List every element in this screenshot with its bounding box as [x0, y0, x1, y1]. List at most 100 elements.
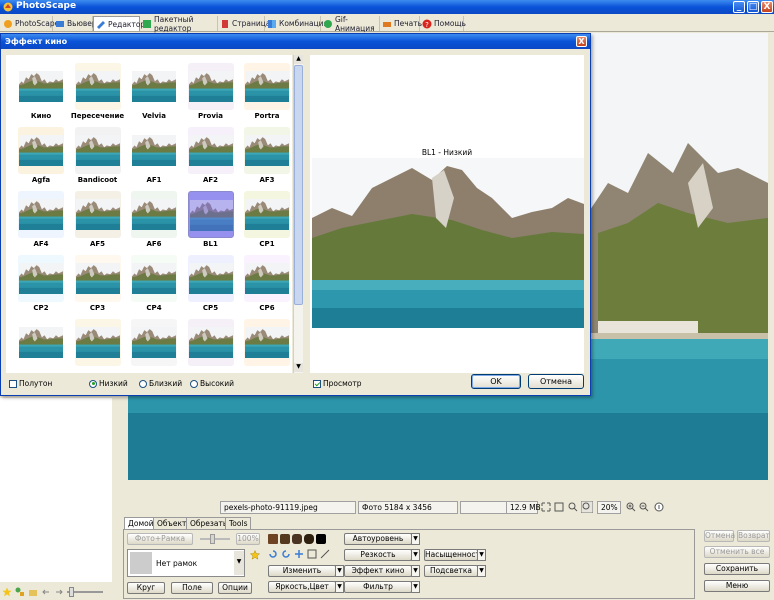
- round-corner-icon[interactable]: [280, 534, 290, 544]
- effect-thumbnail[interactable]: [131, 255, 177, 302]
- tab-viewer[interactable]: Вьювер: [53, 16, 97, 31]
- tab-help[interactable]: ? Помощь: [420, 16, 466, 31]
- effect-thumbnail[interactable]: [18, 127, 64, 174]
- margin-button[interactable]: Поле: [171, 582, 213, 594]
- frame-select[interactable]: Нет рамок ▼: [127, 549, 245, 577]
- effect-item[interactable]: AF6: [126, 191, 182, 255]
- radio-close-dot[interactable]: [139, 379, 147, 388]
- effect-item[interactable]: AF3: [239, 127, 292, 191]
- ok-button[interactable]: OK: [471, 374, 521, 389]
- tab-photoscape[interactable]: PhotoScape: [1, 16, 59, 31]
- radio-close[interactable]: Близкий: [139, 379, 182, 388]
- effect-thumbnail[interactable]: [187, 127, 234, 174]
- black-frame-icon[interactable]: [316, 534, 326, 544]
- effect-item[interactable]: AF2: [183, 127, 239, 191]
- halftone-checkbox[interactable]: Полутон: [9, 379, 52, 388]
- chevron-down-icon[interactable]: ▼: [411, 565, 420, 577]
- effect-item[interactable]: Velvia: [126, 63, 182, 127]
- chevron-down-icon[interactable]: ▼: [477, 565, 486, 577]
- frame-percent-field[interactable]: 100%: [236, 533, 260, 545]
- star-favorite-icon[interactable]: [250, 550, 260, 560]
- frame-slider-thumb[interactable]: [210, 534, 215, 544]
- effect-thumbnail[interactable]: [74, 191, 121, 238]
- radio-high-dot[interactable]: [190, 379, 198, 388]
- arrow-left-icon[interactable]: [41, 587, 51, 597]
- redo-button[interactable]: Возврат: [737, 530, 770, 542]
- film-effect-button[interactable]: Эффект кино ▼: [344, 565, 420, 577]
- preview-box[interactable]: [313, 379, 321, 388]
- fit-screen-icon[interactable]: [541, 502, 551, 512]
- effect-thumbnail[interactable]: [131, 191, 177, 238]
- chevron-down-icon[interactable]: ▼: [477, 549, 486, 561]
- chevron-down-icon[interactable]: ▼: [411, 581, 420, 593]
- radio-low-dot[interactable]: [89, 379, 97, 388]
- effect-thumbnail[interactable]: [18, 319, 64, 366]
- chevron-down-icon[interactable]: ▼: [411, 533, 420, 545]
- sharpness-button[interactable]: Резкость ▼: [344, 549, 420, 561]
- undo-button[interactable]: Отмена: [704, 530, 735, 542]
- thumb-size-slider[interactable]: [67, 587, 103, 597]
- effect-item[interactable]: AF5: [70, 191, 126, 255]
- circle-button[interactable]: Круг: [127, 582, 165, 594]
- effect-item[interactable]: Agfa: [13, 127, 69, 191]
- effect-thumbnail[interactable]: [18, 255, 64, 302]
- tab-batch-editor[interactable]: Пакетный редактор: [140, 15, 218, 33]
- tab-object[interactable]: Объект: [153, 517, 191, 529]
- zoom-in-icon[interactable]: [626, 502, 636, 512]
- effect-thumbnail[interactable]: [74, 319, 121, 366]
- effect-item[interactable]: AF1: [126, 127, 182, 191]
- effect-thumbnail[interactable]: [131, 127, 177, 174]
- effect-item[interactable]: AF4: [13, 191, 69, 255]
- rotate-right-icon[interactable]: [281, 549, 291, 559]
- round-corner-2-icon[interactable]: [292, 534, 302, 544]
- effect-thumbnail[interactable]: [244, 127, 290, 174]
- zoom-out-icon[interactable]: [639, 502, 649, 512]
- effect-thumbnail[interactable]: [187, 319, 234, 366]
- square-corner-icon[interactable]: [268, 534, 278, 544]
- effect-thumbnail[interactable]: [131, 63, 177, 110]
- round-corner-3-icon[interactable]: [304, 534, 314, 544]
- effect-item[interactable]: [70, 319, 126, 373]
- effect-thumbnail[interactable]: [74, 127, 121, 174]
- rotate-left-icon[interactable]: [268, 549, 278, 559]
- preview-checkbox[interactable]: Просмотр: [313, 379, 362, 388]
- effect-item[interactable]: Bandicoot: [70, 127, 126, 191]
- effect-item[interactable]: CP4: [126, 255, 182, 319]
- brightness-color-button[interactable]: Яркость,Цвет ▼: [268, 581, 344, 593]
- star-icon[interactable]: [2, 587, 12, 597]
- scroll-thumb[interactable]: [294, 65, 303, 305]
- minimize-button[interactable]: _: [733, 1, 745, 13]
- effect-thumbnail[interactable]: [244, 63, 290, 110]
- tab-gif[interactable]: Gif-Анимация: [321, 15, 380, 33]
- grid-scrollbar[interactable]: ▲ ▼: [293, 55, 303, 373]
- radio-low[interactable]: Низкий: [89, 379, 128, 388]
- saturation-button[interactable]: Насыщенность ▼: [424, 549, 486, 561]
- effect-item[interactable]: CP5: [183, 255, 239, 319]
- effect-thumbnail[interactable]: [187, 191, 234, 238]
- tab-tools[interactable]: Tools: [225, 517, 252, 529]
- dialog-close-button[interactable]: X: [576, 36, 587, 47]
- chevron-down-icon[interactable]: ▼: [335, 581, 344, 593]
- effect-thumbnail[interactable]: [187, 63, 234, 110]
- resize-icon[interactable]: [307, 549, 317, 559]
- effect-thumbnail[interactable]: [18, 63, 64, 110]
- effect-item[interactable]: [183, 319, 239, 373]
- scroll-down-icon[interactable]: ▼: [294, 363, 303, 372]
- effect-item[interactable]: Provia: [183, 63, 239, 127]
- effect-thumbnail[interactable]: [244, 191, 290, 238]
- maximize-button[interactable]: □: [747, 1, 759, 13]
- arrow-right-icon[interactable]: [54, 587, 64, 597]
- tab-editor[interactable]: Редактор: [93, 16, 145, 31]
- effect-thumbnail[interactable]: [187, 255, 234, 302]
- save-button[interactable]: Сохранить: [704, 563, 770, 575]
- effect-thumbnail[interactable]: [18, 191, 64, 238]
- zoom-fit-icon[interactable]: [568, 502, 578, 512]
- chevron-down-icon[interactable]: ▼: [335, 565, 344, 577]
- chevron-down-icon[interactable]: ▼: [234, 551, 244, 575]
- scroll-up-icon[interactable]: ▲: [294, 55, 303, 64]
- backlight-button[interactable]: Подсветка ▼: [424, 565, 486, 577]
- effect-item[interactable]: Portra: [239, 63, 292, 127]
- effect-item[interactable]: CP1: [239, 191, 292, 255]
- effect-item[interactable]: [13, 319, 69, 373]
- effect-thumbnail[interactable]: [244, 255, 290, 302]
